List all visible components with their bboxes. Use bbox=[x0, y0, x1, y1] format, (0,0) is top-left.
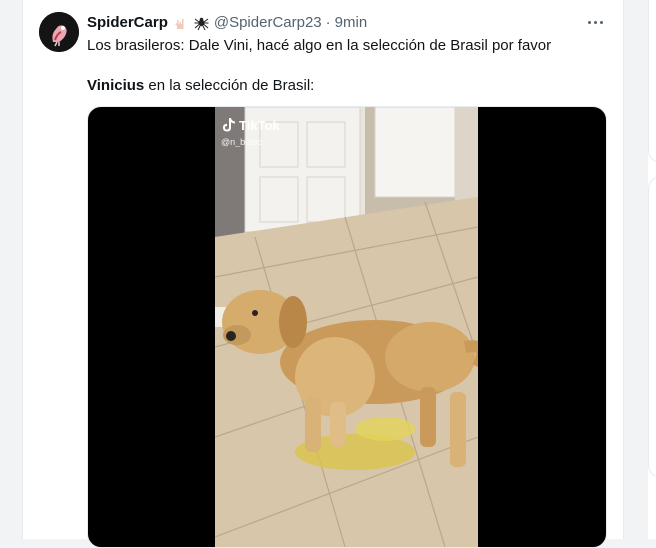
right-sidebar-card bbox=[648, 176, 656, 478]
more-options-icon[interactable] bbox=[584, 12, 606, 32]
tweet-text-line-2: Vinicius en la selección de Brasil: bbox=[87, 76, 314, 96]
rock-hand-emoji-icon bbox=[172, 14, 189, 31]
video-still-image bbox=[215, 107, 478, 547]
tweet-text-bold: Vinicius bbox=[87, 77, 145, 94]
tiktok-icon bbox=[223, 118, 235, 132]
tweet-header: SpiderCarp @SpiderCarp23 · 9min bbox=[87, 12, 367, 32]
timestamp[interactable]: 9min bbox=[335, 14, 368, 31]
tweet-text-rest: en la selección de Brasil: bbox=[144, 77, 315, 94]
tiktok-brand: TikTok bbox=[239, 117, 280, 133]
video-player[interactable]: TikTok @n_butao bbox=[87, 106, 607, 548]
right-sidebar-card bbox=[648, 0, 656, 163]
tweet-text-line-1: Los brasileros: Dale Vini, hacé algo en … bbox=[87, 37, 552, 54]
video-frame[interactable] bbox=[215, 107, 478, 547]
separator-dot: · bbox=[325, 13, 331, 31]
spider-emoji-icon bbox=[193, 14, 210, 31]
tiktok-username: @n_butao bbox=[221, 137, 263, 147]
display-name[interactable]: SpiderCarp bbox=[87, 14, 168, 31]
tiktok-watermark: TikTok bbox=[222, 117, 280, 133]
user-handle[interactable]: @SpiderCarp23 bbox=[214, 14, 322, 31]
avatar[interactable] bbox=[39, 12, 79, 52]
